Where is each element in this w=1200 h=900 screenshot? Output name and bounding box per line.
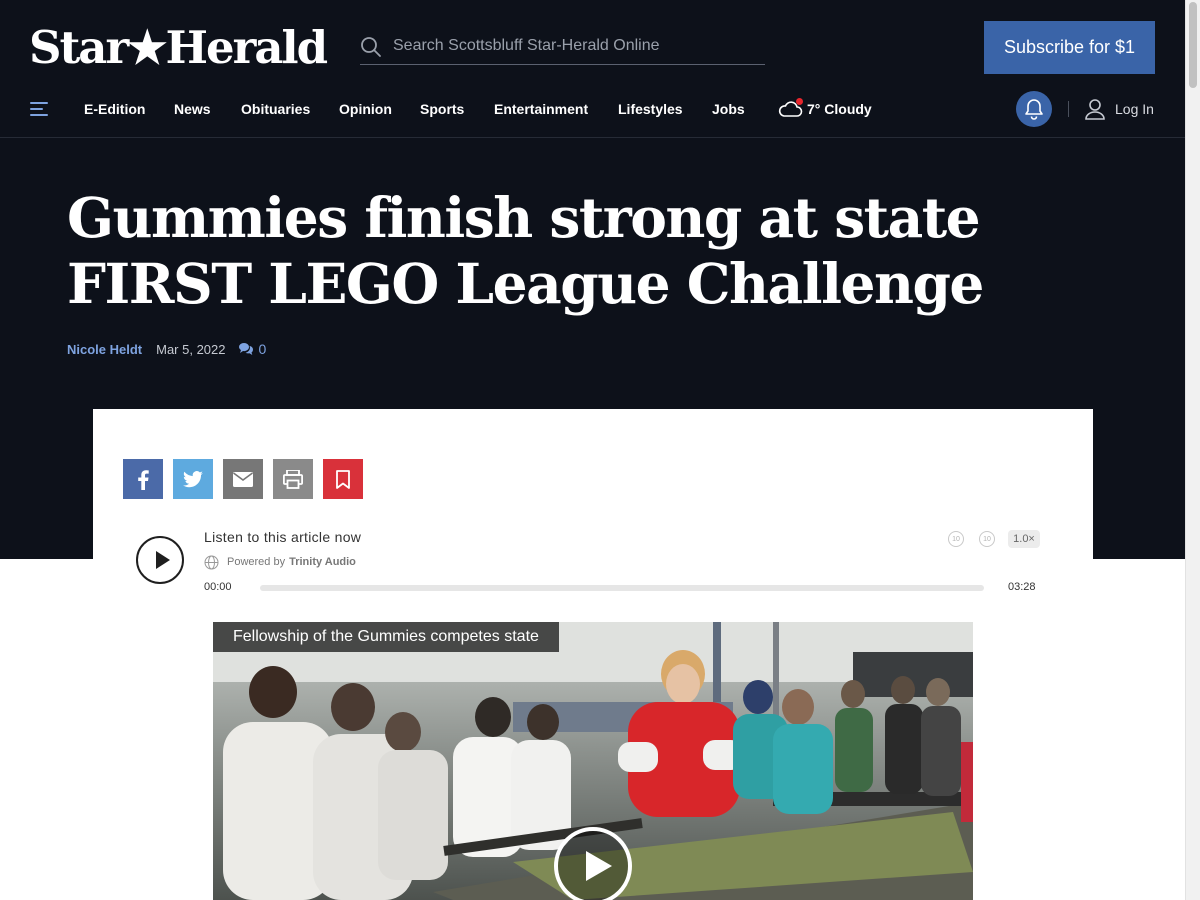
audio-brand[interactable]: Trinity Audio [289,556,356,568]
byline: Nicole Heldt Mar 5, 2022 0 [67,340,266,358]
site-logo[interactable]: Star★Herald [29,22,328,74]
notifications-button[interactable] [1016,91,1052,127]
nav-divider [1068,101,1069,117]
nav-item-e-edition[interactable]: E-Edition [84,99,145,119]
subscribe-button[interactable]: Subscribe for $1 [984,21,1155,74]
audio-powered-by: Powered by Trinity Audio [204,554,356,570]
comments-link[interactable]: 0 [238,341,267,357]
email-icon [233,471,253,487]
alert-dot [796,98,803,105]
playback-speed-button[interactable]: 1.0× [1008,530,1040,548]
cloud-icon [778,98,804,120]
nav-item-sports[interactable]: Sports [420,99,464,119]
nav-item-opinion[interactable]: Opinion [339,99,392,119]
nav-item-jobs[interactable]: Jobs [712,99,745,119]
user-icon [1085,99,1105,120]
skip-back-button[interactable]: 10 [948,531,964,547]
comment-count: 0 [258,341,267,357]
article-headline: Gummies finish strong at state FIRST LEG… [67,185,984,316]
search-input[interactable] [393,32,763,60]
login-link[interactable]: Log In [1085,98,1154,120]
menu-icon[interactable] [30,99,50,119]
weather-widget[interactable]: 7° Cloudy [778,97,872,121]
share-email-button[interactable] [223,459,263,499]
bookmark-icon [336,469,350,489]
author-link[interactable]: Nicole Heldt [67,342,142,357]
twitter-icon [183,470,203,487]
print-icon [283,469,303,489]
skip-forward-button[interactable]: 10 [979,531,995,547]
facebook-icon [138,470,149,490]
search-bar [360,28,765,65]
weather-text: 7° Cloudy [807,101,872,117]
bookmark-button[interactable] [323,459,363,499]
login-label: Log In [1115,101,1154,117]
scrollbar-thumb[interactable] [1189,2,1197,88]
share-facebook-button[interactable] [123,459,163,499]
nav-item-obituaries[interactable]: Obituaries [241,99,310,119]
audio-play-button[interactable] [136,536,184,584]
audio-total-time: 03:28 [1008,581,1036,593]
main-nav: E-Edition News Obituaries Opinion Sports… [0,88,1185,138]
video-player[interactable]: Fellowship of the Gummies competes state [213,622,973,900]
share-twitter-button[interactable] [173,459,213,499]
nav-item-entertainment[interactable]: Entertainment [494,99,588,119]
video-play-button[interactable] [554,827,632,900]
publish-date: Mar 5, 2022 [156,341,226,357]
globe-icon [204,555,219,569]
bell-icon [1025,99,1043,120]
nav-item-news[interactable]: News [174,99,211,119]
video-caption: Fellowship of the Gummies competes state [213,622,559,652]
comments-icon [238,343,253,355]
audio-title: Listen to this article now [204,529,362,545]
print-button[interactable] [273,459,313,499]
search-icon[interactable] [360,36,382,58]
nav-item-lifestyles[interactable]: Lifestyles [618,99,683,119]
scrollbar[interactable] [1185,0,1200,900]
audio-progress-bar[interactable] [260,585,984,591]
article-card: Listen to this article now Powered by Tr… [93,409,1093,900]
audio-current-time: 00:00 [204,581,232,593]
powered-by-label: Powered by [227,556,286,568]
